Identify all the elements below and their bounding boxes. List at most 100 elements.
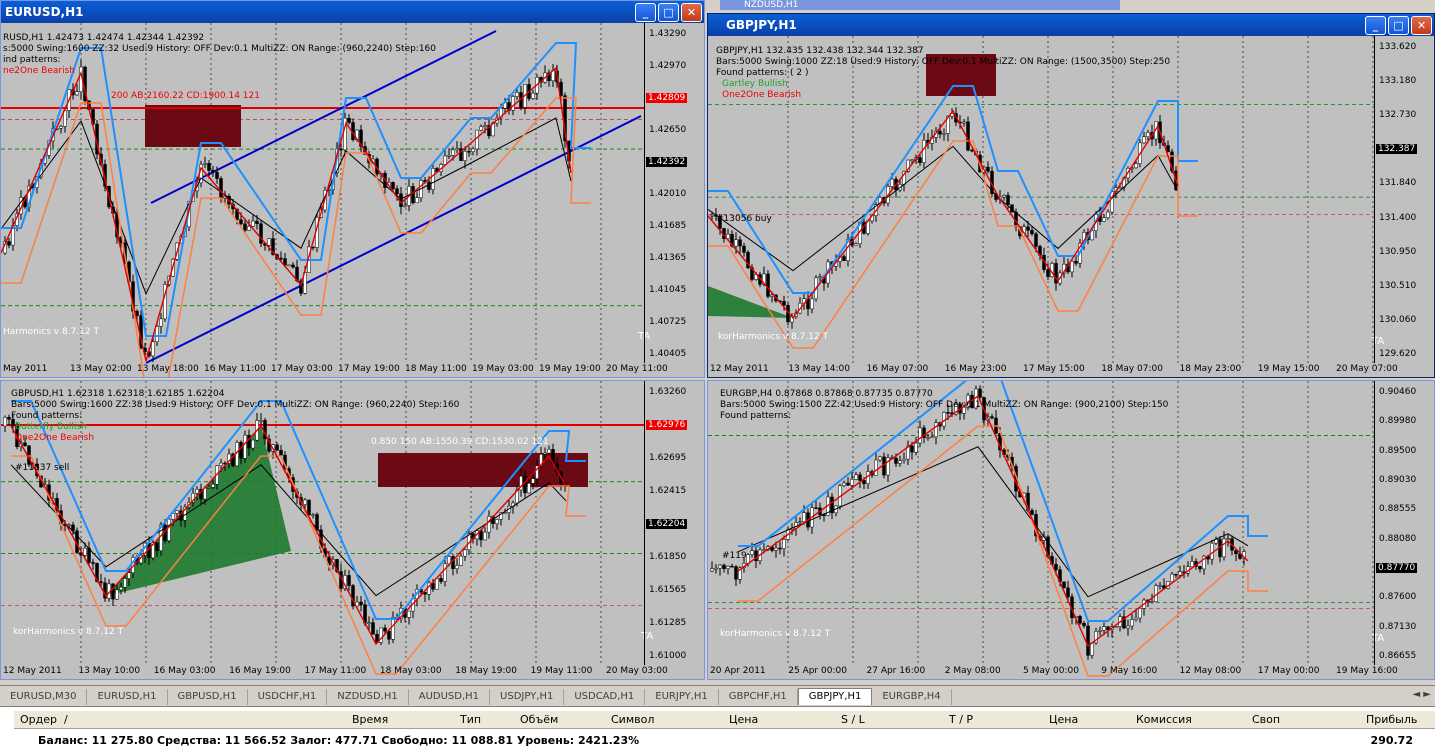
time-tick: 9 May 16:00 bbox=[1101, 666, 1158, 676]
tab-gbpusd-h1[interactable]: GBPUSD,H1 bbox=[168, 689, 248, 705]
tab-eurusd-m30[interactable]: EURUSD,M30 bbox=[0, 689, 88, 705]
price-tick: 1.61850 bbox=[649, 552, 687, 562]
candle-body bbox=[531, 92, 535, 99]
terminal-column-header[interactable]: Объём bbox=[520, 713, 558, 726]
tab-nzdusd-h1[interactable]: NZDUSD,H1 bbox=[327, 689, 409, 705]
candle-body bbox=[914, 442, 918, 453]
terminal-column-header[interactable]: Тип bbox=[460, 713, 481, 726]
tab-eurjpy-h1[interactable]: EURJPY,H1 bbox=[645, 689, 719, 705]
terminal-column-header[interactable]: T / P bbox=[949, 713, 973, 726]
terminal-column-header[interactable]: Символ bbox=[611, 713, 654, 726]
stop-line-blue bbox=[738, 381, 1268, 622]
candle-body bbox=[399, 193, 403, 207]
candle-body bbox=[479, 126, 483, 131]
tab-gbpjpy-h1[interactable]: GBPJPY,H1 bbox=[797, 688, 873, 705]
terminal-column-header[interactable]: Цена bbox=[1049, 713, 1078, 726]
price-chart[interactable]: GBPJPY,H1 132.435 132.438 132.344 132.38… bbox=[708, 36, 1434, 377]
candle-body bbox=[710, 568, 714, 572]
indicator-params: Bars:5000 Swing:1000 ZZ:18 Used:9 Histor… bbox=[716, 57, 1171, 67]
candle-body bbox=[1190, 561, 1194, 568]
harmonics-footer: korHarmonics v 8.7.12 T bbox=[718, 332, 829, 342]
candle-body bbox=[455, 148, 459, 151]
candle-body bbox=[854, 243, 858, 246]
window-titlebar[interactable]: GBPJPY,H1 _ □ ✕ bbox=[708, 14, 1434, 36]
terminal-column-header[interactable]: / bbox=[64, 713, 68, 726]
candle-body bbox=[387, 630, 391, 640]
time-tick: 17 May 11:00 bbox=[304, 666, 367, 676]
tab-usdchf-h1[interactable]: USDCHF,H1 bbox=[248, 689, 328, 705]
terminal-column-header[interactable]: Время bbox=[352, 713, 388, 726]
candle-body bbox=[1002, 195, 1006, 198]
close-icon[interactable]: ✕ bbox=[1411, 15, 1432, 35]
price-tick: 0.89030 bbox=[1379, 475, 1417, 485]
terminal-column-header[interactable]: Своп bbox=[1252, 713, 1280, 726]
candle-body bbox=[1134, 617, 1138, 620]
order-label: #11837 sell bbox=[15, 463, 70, 473]
candle-body bbox=[167, 518, 171, 541]
candle-body bbox=[1074, 260, 1078, 264]
candle-body bbox=[439, 578, 443, 582]
chart-window-eurusd[interactable]: EURUSD,H1 _ □ ✕ RUSD,H1 1.42473 1.42474 … bbox=[0, 0, 705, 378]
candle-body bbox=[495, 519, 499, 524]
terminal-column-header[interactable]: Цена bbox=[729, 713, 758, 726]
pattern-one2one-bearish: One2One Bearish bbox=[15, 433, 95, 443]
candle-body bbox=[1126, 625, 1130, 629]
price-chart[interactable]: EURGBP,H4 0.87868 0.87868 0.87735 0.8777… bbox=[708, 381, 1434, 679]
candle-body bbox=[1026, 226, 1030, 231]
terminal-column-header[interactable]: S / L bbox=[841, 713, 865, 726]
candle-body bbox=[1174, 573, 1178, 576]
time-tick: May 2011 bbox=[3, 364, 48, 374]
candle-body bbox=[1138, 608, 1142, 619]
tab-usdjpy-h1[interactable]: USDJPY,H1 bbox=[490, 689, 565, 705]
harmonics-footer: korHarmonics v 8.7.12 T bbox=[13, 627, 124, 637]
symbol-info: RUSD,H1 1.42473 1.42474 1.42344 1.42392 bbox=[3, 33, 205, 43]
terminal-column-header[interactable]: Комиссия bbox=[1136, 713, 1192, 726]
candle-body bbox=[427, 181, 431, 190]
close-icon[interactable]: ✕ bbox=[681, 2, 702, 22]
time-axis: 12 May 2011 13 May 10:00 16 May 03:00 16 Ma… bbox=[1, 665, 668, 679]
price-chart[interactable]: RUSD,H1 1.42473 1.42474 1.42344 1.42392 … bbox=[1, 23, 704, 377]
stop-line-blue bbox=[1, 42, 591, 337]
maximize-icon[interactable]: □ bbox=[658, 2, 679, 22]
tab-gbpchf-h1[interactable]: GBPCHF,H1 bbox=[719, 689, 798, 705]
tab-usdcad-h1[interactable]: USDCAD,H1 bbox=[564, 689, 646, 705]
pattern-ab-cd: 0.850 150 AB:1550.39 CD:1530.02 121 bbox=[371, 437, 549, 447]
price-tick: 0.89500 bbox=[1379, 445, 1417, 456]
tab-scroll-arrows-icon[interactable]: ◄ ► bbox=[1412, 689, 1431, 700]
candle-body bbox=[407, 610, 411, 618]
candle-body bbox=[730, 565, 734, 568]
background-window-title[interactable]: NZDUSD,H1 bbox=[720, 0, 1120, 10]
chart-window-eurgbp[interactable]: EURGBP,H4 0.87868 0.87868 0.87735 0.8777… bbox=[707, 380, 1435, 680]
balance-row[interactable]: Баланс: 11 275.80 Средства: 11 566.52 За… bbox=[14, 731, 1435, 749]
candle-body bbox=[742, 245, 746, 253]
minimize-icon[interactable]: _ bbox=[1365, 15, 1386, 35]
time-axis: 20 Apr 2011 25 Apr 00:00 27 Apr 16:00 2 May… bbox=[708, 665, 1398, 679]
time-tick: 25 Apr 00:00 bbox=[788, 666, 847, 676]
tab-eurusd-h1[interactable]: EURUSD,H1 bbox=[87, 689, 168, 705]
price-chart[interactable]: GBPUSD,H1 1.62318 1.62318 1.62185 1.6220… bbox=[1, 381, 704, 679]
time-tick: 16 May 11:00 bbox=[204, 364, 266, 374]
price-tick: 1.41685 bbox=[649, 221, 687, 231]
candle-body bbox=[59, 126, 63, 129]
candle-body bbox=[934, 422, 938, 438]
candle-body bbox=[1062, 581, 1066, 589]
chart-window-gbpjpy[interactable]: GBPJPY,H1 _ □ ✕ GBPJPY,H1 132.435 132.43… bbox=[707, 13, 1435, 378]
found-patterns-label: Found patterns: ( 2 ) bbox=[716, 68, 809, 78]
candle-body bbox=[1086, 625, 1090, 656]
window-titlebar[interactable]: EURUSD,H1 _ □ ✕ bbox=[1, 1, 704, 23]
maximize-icon[interactable]: □ bbox=[1388, 15, 1409, 35]
time-tick: 2 May 08:00 bbox=[944, 666, 1001, 676]
tab-audusd-h1[interactable]: AUDUSD,H1 bbox=[409, 689, 491, 705]
chart-window-gbpusd[interactable]: GBPUSD,H1 1.62318 1.62318 1.62185 1.6220… bbox=[0, 380, 705, 680]
tab-eurgbp-h4[interactable]: EURGBP,H4 bbox=[872, 689, 952, 705]
channel-lower bbox=[145, 115, 642, 364]
candle-body bbox=[443, 155, 447, 165]
terminal-column-header[interactable]: Прибыль bbox=[1366, 713, 1417, 726]
candle-body bbox=[431, 168, 435, 190]
candle-body bbox=[239, 219, 243, 225]
candle-body bbox=[215, 172, 219, 179]
minimize-icon[interactable]: _ bbox=[635, 2, 656, 22]
indicator-params: Bars:5000 Swing:1500 ZZ:42 Used:9 Histor… bbox=[720, 400, 1169, 410]
candle-body bbox=[766, 273, 770, 297]
terminal-column-header[interactable]: Ордер bbox=[20, 713, 57, 726]
